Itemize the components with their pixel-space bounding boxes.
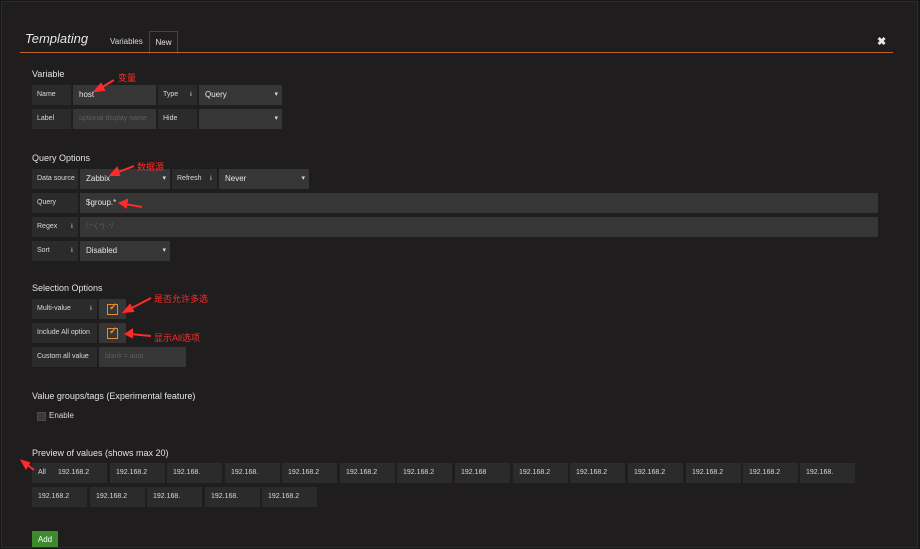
annotation-multi-value: 是否允许多选: [154, 294, 209, 304]
annotation-arrow: [129, 333, 152, 337]
annotation-variable: 变量: [118, 73, 137, 83]
annotation-arrow: [124, 203, 143, 208]
annotation-arrowhead: [92, 82, 106, 93]
annotation-arrows: [19, 79, 152, 471]
annotation-arrowhead: [124, 328, 133, 339]
annotation-arrowhead: [108, 165, 121, 176]
annotation-arrowhead: [117, 198, 129, 209]
annotation-arrowhead: [121, 303, 135, 314]
annotation-include-all: 显示All选项: [154, 333, 201, 343]
annotation-datasource: 数据源: [137, 162, 165, 172]
annotation-arrowhead: [19, 459, 31, 470]
